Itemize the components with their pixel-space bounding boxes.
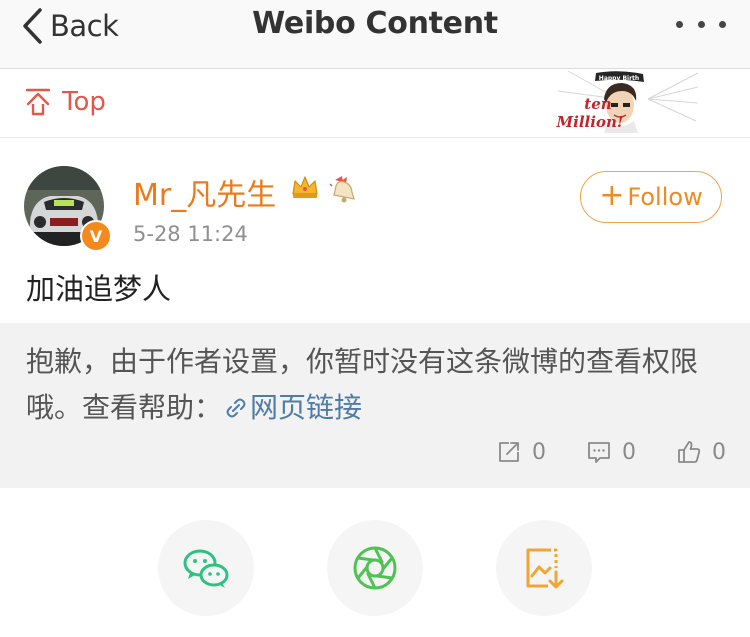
top-bar: Top Happy Birth ten Million! (0, 69, 750, 138)
share-row (0, 488, 750, 637)
more-options-button[interactable] (676, 12, 726, 36)
svg-text:ten: ten (584, 95, 611, 113)
back-label: Back (50, 9, 119, 43)
crown-icon (292, 176, 318, 198)
svg-text:Million!: Million! (556, 113, 624, 131)
link-icon (226, 398, 246, 418)
moments-icon (353, 546, 397, 590)
thumbs-up-icon (678, 441, 701, 463)
comment-count: 0 (622, 439, 636, 465)
more-dot-icon (676, 20, 683, 28)
navigation-bar: Back Weibo Content (0, 0, 750, 69)
restricted-notice: 抱歉，由于作者设置，你暂时没有这条微博的查看权限哦。查看帮助： 网页链接 (26, 339, 726, 431)
top-label: Top (62, 87, 106, 117)
retweet-block: 抱歉，由于作者设置，你暂时没有这条微博的查看权限哦。查看帮助： 网页链接 0 0 … (0, 323, 750, 488)
verified-badge: V (80, 220, 112, 252)
arrow-up-icon (25, 88, 51, 116)
webpage-link-label: 网页链接 (250, 391, 363, 424)
share-moments-button[interactable] (327, 520, 423, 616)
retweet-stats: 0 0 0 (456, 439, 726, 465)
scroll-to-top-button[interactable]: Top (24, 87, 106, 117)
save-image-button[interactable] (496, 520, 592, 616)
more-dot-icon (697, 20, 705, 28)
save-image-icon (526, 548, 564, 589)
back-button[interactable]: Back (20, 6, 119, 46)
repost-count: 0 (532, 439, 546, 465)
follow-plus-icon: + (599, 177, 625, 213)
repost-button[interactable]: 0 (496, 439, 546, 465)
more-dot-icon (719, 20, 726, 28)
like-button[interactable]: 0 (676, 439, 726, 465)
follow-label: Follow (627, 183, 703, 211)
like-count: 0 (712, 439, 726, 465)
svg-text:Happy Birth: Happy Birth (599, 75, 639, 82)
wechat-icon (183, 549, 229, 588)
share-wechat-button[interactable] (158, 520, 254, 616)
post-header: V Mr_凡先生 5-28 11:24 + Follow 加油追梦人 (0, 138, 750, 328)
post-text: 加油追梦人 (26, 272, 172, 306)
bell-badge-icon (329, 176, 355, 203)
repost-icon (499, 442, 519, 462)
username[interactable]: Mr_凡先生 (133, 170, 276, 214)
chevron-left-icon (23, 8, 42, 44)
post-timestamp: 5-28 11:24 (133, 222, 248, 246)
ten-million-sticker[interactable]: Happy Birth ten Million! (548, 69, 698, 133)
comment-icon (588, 442, 610, 463)
follow-button[interactable]: + Follow (580, 171, 722, 223)
comment-button[interactable]: 0 (586, 439, 636, 465)
webpage-link[interactable]: 网页链接 (222, 391, 362, 424)
